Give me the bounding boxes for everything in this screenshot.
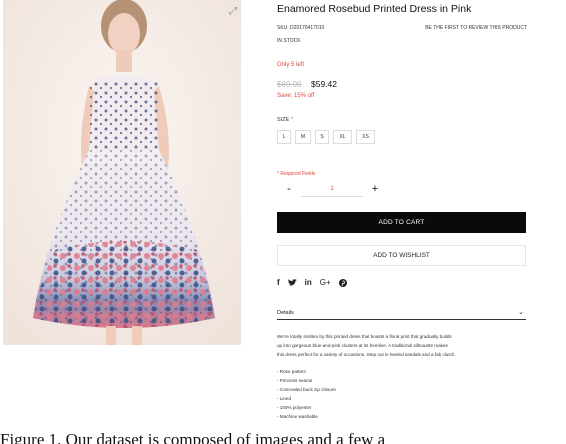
quantity-stepper: - 1 + [283,182,383,198]
size-option-xl[interactable]: XL [333,130,352,144]
dress-model-image [3,0,241,345]
linkedin-icon[interactable]: in [305,278,312,288]
size-option-l[interactable]: L [277,130,291,144]
details-label: Details [277,310,294,316]
description-line: up into gorgeous blue-and-pink clusters … [277,343,448,348]
feature-item: - Princess seams [277,378,313,383]
size-option-m[interactable]: M [295,130,311,144]
chevron-down-icon: ⌄ [518,309,524,316]
product-sku: SKU: D20170417010 [277,25,325,31]
feature-item: - Machine washable [277,414,318,419]
facebook-icon[interactable]: f [277,278,280,288]
size-options: L M S XL XS [277,130,375,144]
product-photo[interactable]: ⤢ [3,0,241,345]
product-title: Enamored Rosebud Printed Dress in Pink [277,3,472,15]
old-price: $69.90 [277,80,302,89]
feature-item: - 100% polyester [277,405,312,410]
quantity-input[interactable]: 1 [301,183,363,197]
description-line: We're totally smitten by this printed dr… [277,334,452,339]
review-link[interactable]: BE THE FIRST TO REVIEW THIS PRODUCT [425,25,527,31]
figure-caption: Figure 1. Our dataset is composed of ima… [0,430,386,444]
decrease-quantity-button[interactable]: - [283,183,295,195]
feature-item: - Rose pattern [277,369,307,374]
add-to-wishlist-button[interactable]: ADD TO WISHLIST [277,245,526,266]
size-option-s[interactable]: S [315,130,329,144]
feature-item: - Concealed back zip closure [277,387,336,392]
size-label: SIZE * [277,117,293,123]
twitter-icon[interactable] [287,279,297,287]
current-price: $59.42 [311,79,337,89]
feature-list: - Rose pattern - Princess seams - Concea… [277,367,336,421]
size-label-text: SIZE [277,117,290,123]
size-option-xs[interactable]: XS [356,130,375,144]
stock-status: IN STOCK [277,38,301,44]
social-share: f in G+ [277,278,347,288]
increase-quantity-button[interactable]: + [369,183,381,195]
details-toggle[interactable]: Details ⌄ [277,309,526,320]
expand-icon[interactable]: ⤢ [227,6,239,18]
pinterest-icon[interactable] [338,279,347,287]
discount-label: Save: 15% off [277,93,315,99]
stock-remaining: Only 5 left [277,62,305,68]
feature-item: - Lined [277,396,292,401]
googleplus-icon[interactable]: G+ [320,278,331,288]
add-to-cart-button[interactable]: ADD TO CART [277,212,526,233]
required-fields-note: * Required Fields [277,171,316,177]
product-description: We're totally smitten by this printed dr… [277,332,527,359]
required-mark: * [290,117,293,123]
description-line: this dress perfect for a variety of occa… [277,352,456,357]
